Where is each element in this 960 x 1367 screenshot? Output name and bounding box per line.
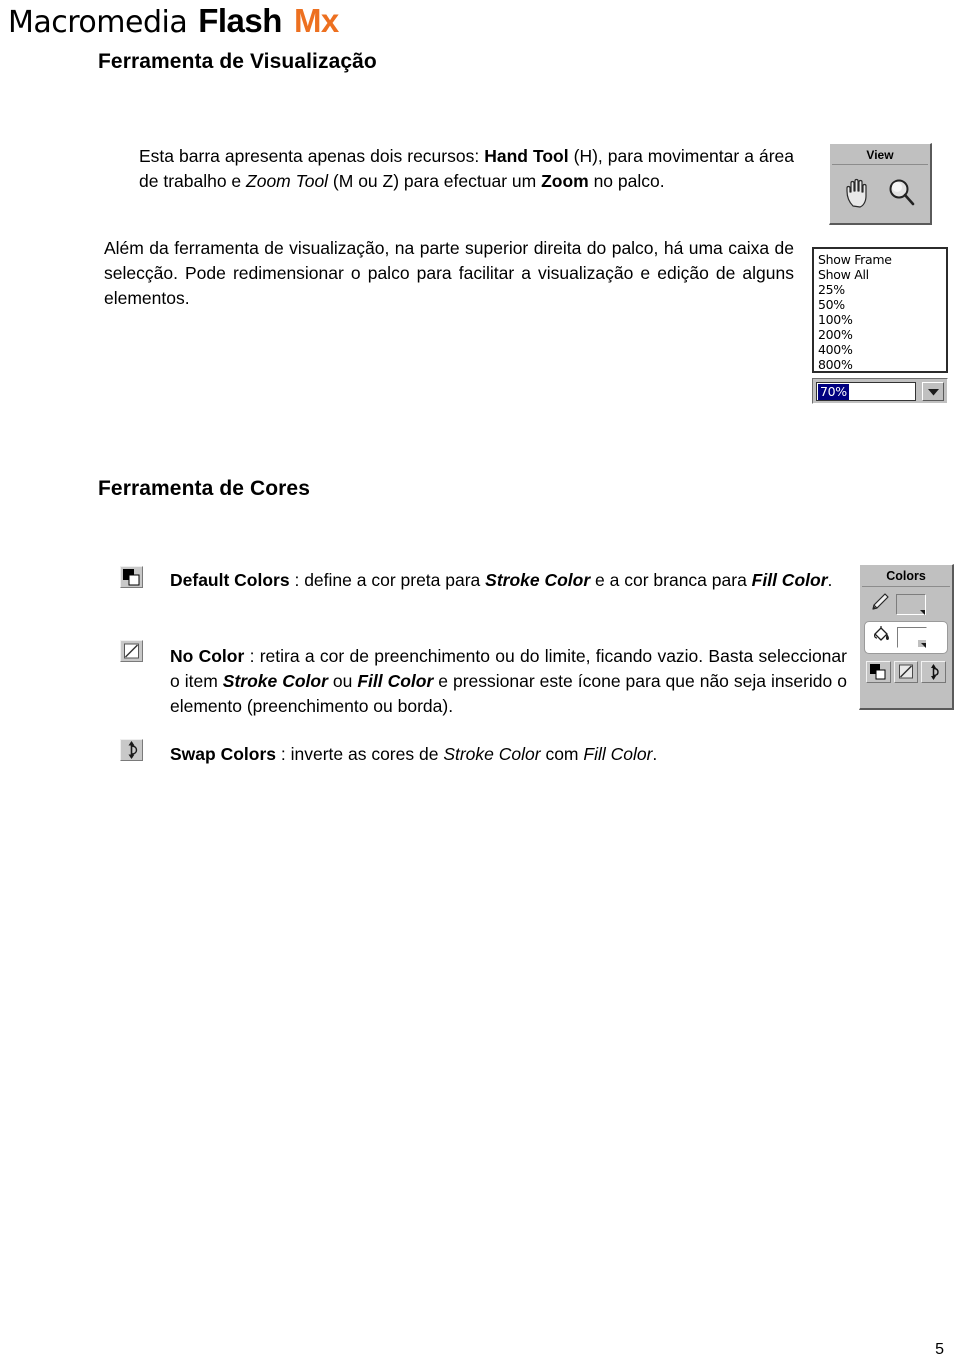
tool-separator: : bbox=[244, 646, 260, 666]
default-colors-icon bbox=[120, 566, 143, 588]
tool-row-no-color: No Color : retira a cor de preenchimento… bbox=[170, 644, 847, 719]
masthead: Macromedia Flash Mx bbox=[8, 2, 339, 40]
zoom-option[interactable]: 100% bbox=[818, 312, 946, 327]
section-heading-visualizacao: Ferramenta de Visualização bbox=[98, 50, 377, 73]
brand-flash: Flash bbox=[198, 2, 282, 39]
fill-color-row[interactable] bbox=[864, 621, 948, 654]
chevron-down-icon bbox=[920, 610, 925, 615]
zoom-option[interactable]: Show Frame bbox=[818, 252, 946, 267]
chevron-down-icon bbox=[921, 643, 926, 648]
no-color-button[interactable] bbox=[893, 661, 919, 683]
swap-colors-icon bbox=[120, 739, 143, 761]
paint-bucket-icon[interactable] bbox=[870, 624, 892, 651]
para-text-part: Além da ferramenta de visualização, na p… bbox=[104, 238, 794, 308]
tool-desc-part: . bbox=[652, 744, 658, 764]
default-colors-button[interactable] bbox=[866, 661, 891, 683]
colors-panel-button-row bbox=[862, 654, 950, 683]
zoom-dropdown-button[interactable] bbox=[922, 382, 944, 401]
fill-color-swatch[interactable] bbox=[897, 627, 927, 648]
tool-name-no-color: No Color bbox=[170, 646, 245, 666]
term-zoom: Zoom bbox=[541, 171, 589, 191]
zoom-option[interactable]: 50% bbox=[818, 297, 946, 312]
no-color-icon bbox=[120, 640, 143, 662]
view-panel-title: View bbox=[832, 146, 928, 165]
para-text-part: Esta barra apresenta apenas dois recurso… bbox=[139, 146, 485, 166]
colors-panel-title: Colors bbox=[862, 567, 950, 587]
tool-row-swap-colors: Swap Colors : inverte as cores de Stroke… bbox=[170, 742, 790, 767]
brand-macromedia: Macromedia bbox=[8, 5, 188, 40]
tool-name-default-colors: Default Colors bbox=[170, 570, 290, 590]
tool-desc-part: e a cor branca para bbox=[590, 570, 752, 590]
tool-name-swap-colors: Swap Colors bbox=[170, 744, 276, 764]
page-number: 5 bbox=[935, 1341, 944, 1358]
magnifier-icon[interactable] bbox=[886, 176, 916, 213]
term-fill-color: Fill Color bbox=[751, 570, 828, 590]
hand-tool-icon[interactable] bbox=[844, 176, 874, 213]
zoom-dropdown-list[interactable]: Show Frame Show All 25% 50% 100% 200% 40… bbox=[812, 247, 948, 373]
swap-colors-button[interactable] bbox=[921, 661, 947, 683]
zoom-option[interactable]: 25% bbox=[818, 282, 946, 297]
term-stroke-color: Stroke Color bbox=[222, 671, 328, 691]
term-stroke-color: Stroke Color bbox=[485, 570, 591, 590]
brand-mx: Mx bbox=[293, 2, 339, 39]
zoom-option[interactable]: 800% bbox=[818, 357, 946, 372]
term-fill-color: Fill Color bbox=[583, 744, 653, 764]
paragraph-caixa-seleccao: Além da ferramenta de visualização, na p… bbox=[104, 236, 794, 311]
para-text-part: no palco. bbox=[588, 171, 665, 191]
tool-desc-part: inverte as cores de bbox=[290, 744, 444, 764]
paragraph-hand-zoom-tools: Esta barra apresenta apenas dois recurso… bbox=[139, 144, 794, 194]
tool-row-default-colors: Default Colors : define a cor preta para… bbox=[170, 568, 843, 593]
stroke-color-swatch[interactable] bbox=[896, 594, 926, 615]
view-panel: View bbox=[829, 143, 932, 225]
view-panel-body bbox=[832, 165, 928, 223]
section-heading-cores: Ferramenta de Cores bbox=[98, 477, 310, 500]
term-hand-tool: Hand Tool bbox=[484, 146, 569, 166]
tool-separator: : bbox=[276, 744, 291, 764]
zoom-option[interactable]: 200% bbox=[818, 327, 946, 342]
zoom-selected-value: 70% bbox=[818, 384, 849, 400]
tool-desc-part: define a cor preta para bbox=[304, 570, 486, 590]
zoom-input[interactable]: 70% bbox=[816, 382, 916, 401]
zoom-combobox[interactable]: 70% bbox=[812, 378, 948, 404]
tool-separator: : bbox=[289, 570, 305, 590]
tool-desc-part: com bbox=[540, 744, 584, 764]
para-text-part: (M ou Z) para efectuar um bbox=[328, 171, 542, 191]
term-fill-color: Fill Color bbox=[357, 671, 434, 691]
term-zoom-tool: Zoom Tool bbox=[246, 171, 329, 191]
colors-panel: Colors bbox=[859, 564, 954, 710]
term-stroke-color: Stroke Color bbox=[443, 744, 541, 764]
chevron-down-icon bbox=[927, 383, 939, 401]
zoom-option[interactable]: Show All bbox=[818, 267, 946, 282]
tool-desc-part: ou bbox=[327, 671, 358, 691]
stroke-color-row[interactable] bbox=[862, 587, 950, 618]
pencil-icon[interactable] bbox=[869, 591, 891, 618]
zoom-option[interactable]: 400% bbox=[818, 342, 946, 357]
tool-desc-part: . bbox=[827, 570, 833, 590]
